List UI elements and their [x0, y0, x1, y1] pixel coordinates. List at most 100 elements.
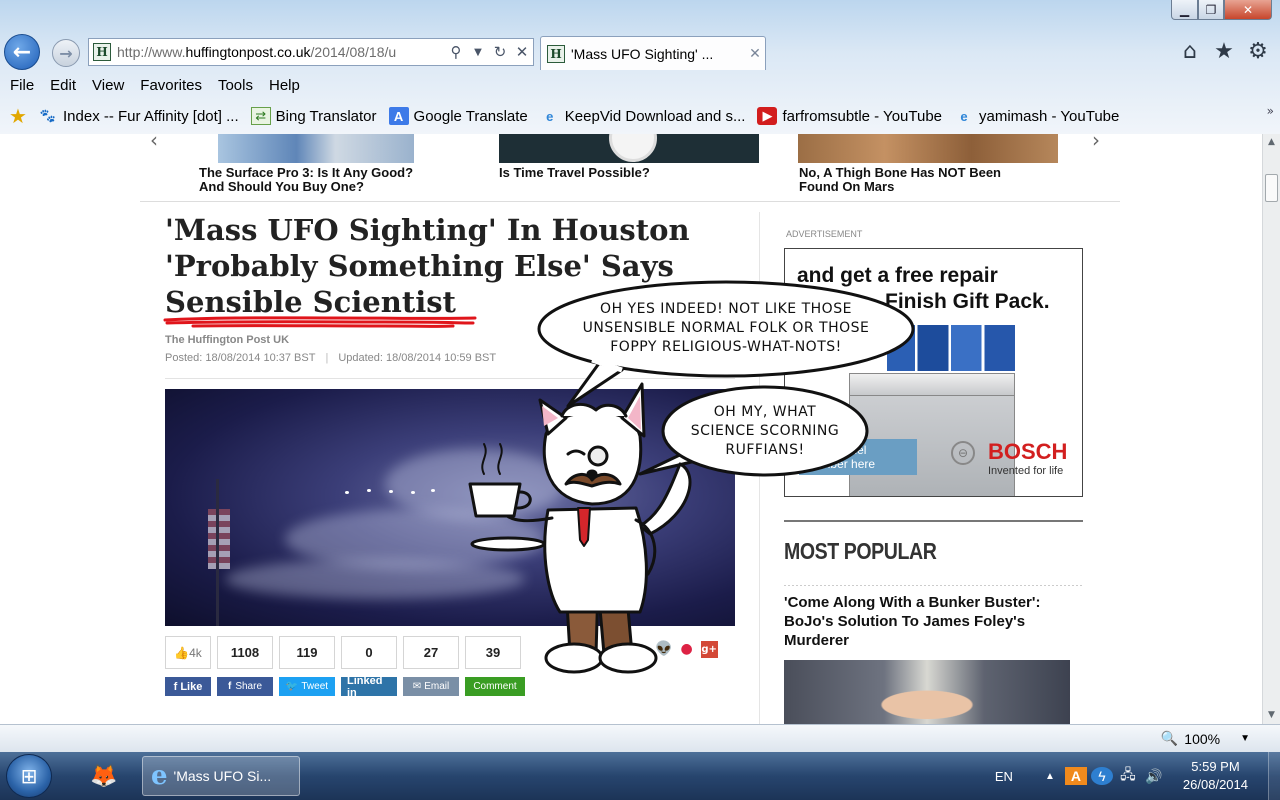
cloud-shape: [225, 559, 525, 599]
show-desktop-button[interactable]: [1268, 752, 1280, 800]
facebook-icon: f: [173, 680, 178, 693]
favorite-farfromsubtle[interactable]: ▶ farfromsubtle - YouTube: [757, 107, 942, 125]
avast-icon[interactable]: A: [1064, 767, 1087, 785]
url-text[interactable]: http://www.huffingtonpost.co.uk/2014/08/…: [117, 44, 445, 60]
status-bar: 🔍 100% ▼: [0, 724, 1280, 752]
refresh-icon[interactable]: ↻: [489, 43, 511, 61]
tweet-button[interactable]: 🐦 Tweet: [279, 677, 335, 696]
menu-help[interactable]: Help: [269, 77, 308, 94]
favorite-keepvid[interactable]: e KeepVid Download and s...: [540, 107, 745, 125]
start-button[interactable]: ⊞: [6, 754, 52, 798]
favorite-fur-affinity[interactable]: 🐾 Index -- Fur Affinity [dot] ...: [38, 107, 239, 125]
internet-explorer-icon: e: [151, 761, 168, 791]
email-count: 27: [403, 636, 459, 669]
bolt-icon[interactable]: ϟ: [1090, 767, 1113, 785]
stop-icon[interactable]: ✕: [511, 43, 533, 61]
youtube-icon: ▶: [757, 107, 778, 125]
google-translate-icon: A: [388, 107, 409, 125]
updated-date: Updated: 18/08/2014 10:59 BST: [338, 352, 497, 364]
favorite-google-translate[interactable]: A Google Translate: [388, 107, 528, 125]
email-button[interactable]: ✉ Email: [403, 677, 459, 696]
scroll-up-icon[interactable]: ▲: [1263, 134, 1280, 151]
gear-icon[interactable]: ⚙: [1246, 40, 1270, 64]
favorites-star-icon[interactable]: ★: [1212, 40, 1236, 64]
related-image-time-travel[interactable]: [499, 134, 759, 163]
vertical-scrollbar[interactable]: ▲ ▼: [1262, 134, 1280, 724]
menu-file[interactable]: File: [10, 77, 42, 94]
chevron-more-icon[interactable]: »: [1267, 104, 1274, 118]
ad-label: ADVERTISEMENT: [786, 229, 863, 239]
google-plus-icon[interactable]: g+: [700, 641, 718, 658]
menu-favorites[interactable]: Favorites: [140, 77, 210, 94]
chevron-down-icon: ▼: [1240, 733, 1250, 744]
taskbar-gimp[interactable]: 🦊: [74, 756, 134, 796]
divider: [784, 520, 1083, 522]
article-main-image[interactable]: [165, 389, 735, 626]
scrollbar-thumb[interactable]: [1265, 174, 1278, 202]
related-link-surface[interactable]: The Surface Pro 3: Is It Any Good? And S…: [199, 166, 439, 194]
twitter-count: 119: [279, 636, 335, 669]
extra-share-icons: 👽 ● g+: [655, 641, 718, 658]
close-window-button[interactable]: ✕: [1224, 0, 1272, 20]
taskbar-internet-explorer[interactable]: e 'Mass UFO Si...: [142, 756, 300, 796]
magnifier-icon: 🔍: [1160, 730, 1179, 746]
facebook-like-button[interactable]: f Like: [165, 677, 211, 696]
menu-tools[interactable]: Tools: [218, 77, 261, 94]
ad-brand: BOSCH: [988, 439, 1068, 464]
close-tab-icon[interactable]: ✕: [745, 46, 765, 62]
related-link-time-travel[interactable]: Is Time Travel Possible?: [499, 166, 759, 180]
maximize-button[interactable]: ❐: [1198, 0, 1224, 20]
dropdown-arrow-icon[interactable]: ▼: [467, 47, 489, 58]
facebook-share-button[interactable]: f Share: [217, 677, 273, 696]
related-image-surface[interactable]: [218, 134, 414, 163]
language-indicator[interactable]: EN: [995, 769, 1013, 784]
reddit-icon[interactable]: 👽: [655, 641, 672, 658]
system-clock[interactable]: 5:59 PM 26/08/2014: [1183, 758, 1248, 794]
volume-icon[interactable]: 🔊: [1143, 768, 1165, 785]
menu-view[interactable]: View: [92, 77, 132, 94]
tab-title: 'Mass UFO Sighting' ...: [571, 45, 714, 62]
flag-graphic: [208, 509, 230, 569]
favorite-yamimash[interactable]: e yamimash - YouTube: [954, 107, 1119, 125]
linkedin-button[interactable]: Linked in: [341, 675, 397, 699]
navigation-row: ← → H http://www.huffingtonpost.co.uk/20…: [0, 32, 1280, 72]
ad-tagline: Invented for life: [988, 465, 1064, 477]
related-image-mars[interactable]: [798, 134, 1058, 163]
menu-edit[interactable]: Edit: [50, 77, 84, 94]
zoom-control[interactable]: 🔍 100% ▼: [1161, 730, 1250, 747]
tray-expand-icon[interactable]: ▲: [1039, 771, 1061, 782]
share-buttons: f Like f Share 🐦 Tweet Linked in ✉ Email Com…: [165, 675, 525, 699]
back-button[interactable]: ←: [4, 34, 40, 70]
divider: [784, 585, 1083, 586]
stumbleupon-icon[interactable]: ●: [680, 641, 692, 658]
byline[interactable]: The Huffington Post UK: [165, 334, 289, 346]
flagpole-graphic: [216, 479, 219, 626]
carousel-prev-icon[interactable]: ‹: [150, 134, 158, 152]
facebook-icon: f: [227, 681, 232, 692]
home-icon[interactable]: ⌂: [1178, 40, 1202, 64]
search-icon[interactable]: ⚲: [445, 43, 467, 61]
favorite-bing-translator[interactable]: ⇄ Bing Translator: [250, 107, 377, 125]
network-icon[interactable]: 🖧: [1117, 764, 1139, 788]
clock-graphic: [609, 134, 657, 162]
most-popular-link[interactable]: 'Come Along With a Bunker Buster': BoJo'…: [784, 593, 1074, 650]
forward-button[interactable]: →: [52, 39, 80, 67]
add-favorite-star-icon[interactable]: ★: [6, 104, 30, 128]
address-bar[interactable]: H http://www.huffingtonpost.co.uk/2014/0…: [88, 38, 534, 66]
ie-page-icon: e: [546, 108, 554, 124]
most-popular-photo[interactable]: [784, 660, 1070, 724]
minimize-button[interactable]: ▁: [1171, 0, 1198, 20]
paw-icon: 🐾: [39, 108, 57, 123]
toolbar-icons: ⌂ ★ ⚙: [1178, 40, 1270, 64]
scroll-down-icon[interactable]: ▼: [1263, 707, 1280, 724]
arrow-left-icon: ←: [12, 39, 32, 65]
comment-count: 39: [465, 636, 521, 669]
like-count[interactable]: 👍 4k: [165, 636, 211, 669]
tab-mass-ufo-sighting[interactable]: H 'Mass UFO Sighting' ... ✕: [540, 36, 766, 70]
posted-date: Posted: 18/08/2014 10:37 BST: [165, 352, 316, 364]
carousel-next-icon[interactable]: ›: [1092, 134, 1100, 152]
article-dates: Posted: 18/08/2014 10:37 BST | Updated: …: [165, 352, 496, 364]
related-link-mars[interactable]: No, A Thigh Bone Has NOT Been Found On M…: [799, 166, 1039, 194]
comment-button[interactable]: Comment: [465, 677, 525, 696]
envelope-icon: ✉: [412, 681, 422, 692]
